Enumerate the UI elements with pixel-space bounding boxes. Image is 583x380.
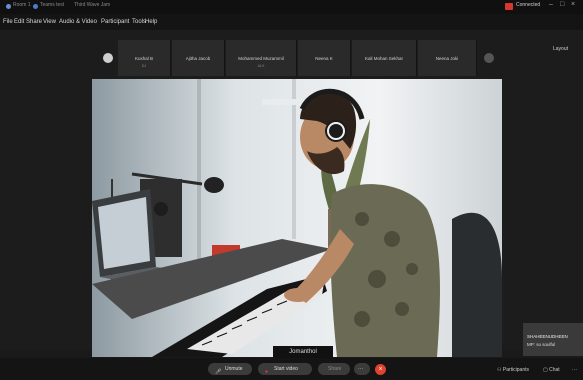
chat-message: MP: so soulful: [527, 342, 556, 347]
participant-sub: DJ: [141, 64, 147, 68]
participant-tile[interactable]: Neena K: [298, 40, 351, 76]
overflow-button[interactable]: ···: [572, 367, 577, 373]
people-icon: ⚇: [497, 367, 502, 373]
chat-sender: SHAHEENUDHEEN: [527, 334, 568, 339]
chat-icon: ▢: [543, 367, 548, 373]
menu-help[interactable]: Help: [145, 19, 157, 25]
participant-tile[interactable]: Kushal B DJ: [118, 40, 171, 76]
share-button[interactable]: Share: [318, 363, 350, 375]
participant-name: Mohammed Muzammil: [238, 56, 284, 61]
menu-file[interactable]: File: [3, 19, 13, 25]
main-video: [92, 79, 502, 357]
tab-teams-test[interactable]: Teams test: [40, 2, 64, 8]
menu-audio-video[interactable]: Audio & Video: [59, 19, 97, 25]
menu-tools[interactable]: Tools: [132, 19, 146, 25]
active-speaker-label: Jomanthol: [273, 346, 333, 358]
menu-participant[interactable]: Participant: [101, 19, 129, 25]
participant-name: Neena Joki: [435, 56, 459, 61]
unmute-label: Unmute: [225, 366, 243, 372]
window-title: Room 1: [13, 2, 31, 8]
strip-next-button[interactable]: [484, 53, 494, 63]
maximize-button[interactable]: □: [560, 1, 564, 8]
participants-button[interactable]: ⚇ Participants: [497, 367, 529, 373]
participant-tile[interactable]: Neena Joki: [418, 40, 477, 76]
more-button[interactable]: ···: [354, 363, 370, 375]
end-call-button[interactable]: ×: [375, 364, 386, 375]
participant-name: Neena K: [315, 56, 333, 61]
participant-tile[interactable]: Kali Mohan Sekhar: [352, 40, 417, 76]
video-off-icon: ●: [265, 369, 269, 375]
connection-status: Connected: [516, 2, 541, 8]
menu-view[interactable]: View: [43, 19, 56, 25]
participant-tile[interactable]: Mohammed Muzammil ULK: [226, 40, 297, 76]
participant-tile[interactable]: Ajitha Jacob: [172, 40, 225, 76]
participant-name: Ajitha Jacob: [185, 56, 211, 61]
start-video-label: Start video: [274, 366, 298, 372]
menu-share[interactable]: Share: [26, 19, 42, 25]
strip-prev-button[interactable]: [103, 53, 113, 63]
more-icon: ···: [358, 366, 363, 372]
start-video-button[interactable]: ● Start video: [258, 363, 312, 375]
tab-icon: [33, 4, 38, 9]
chat-preview[interactable]: SHAHEENUDHEEN MP: so soulful: [523, 323, 583, 356]
chat-label: Chat: [549, 367, 560, 373]
meeting-toolbar: 🎤︎ Unmute ● Start video Share ··· × ⚇ Pa…: [0, 358, 583, 380]
menu-bar: File Edit Share View Audio & Video Parti…: [0, 14, 583, 30]
layout-button[interactable]: Layout: [553, 46, 568, 52]
share-label: Share: [328, 366, 342, 372]
minimize-button[interactable]: –: [549, 1, 553, 8]
participant-sub: ULK: [257, 64, 265, 68]
tab-third-wave-jam[interactable]: Third Wave Jam: [74, 2, 110, 8]
participant-name: Kushal B: [134, 56, 153, 61]
participants-label: Participants: [502, 367, 529, 373]
participant-name: Kali Mohan Sekhar: [364, 56, 404, 61]
chat-button[interactable]: ▢ Chat: [543, 367, 560, 373]
menu-edit[interactable]: Edit: [14, 19, 24, 25]
app-icon: [6, 4, 11, 9]
unmute-button[interactable]: 🎤︎ Unmute: [208, 363, 252, 375]
close-button[interactable]: ×: [571, 1, 575, 8]
video-frame: [92, 79, 502, 357]
mic-off-icon: 🎤︎: [215, 369, 222, 375]
record-icon: [505, 3, 513, 10]
title-bar: Room 1 Teams test Third Wave Jam Connect…: [0, 0, 583, 14]
